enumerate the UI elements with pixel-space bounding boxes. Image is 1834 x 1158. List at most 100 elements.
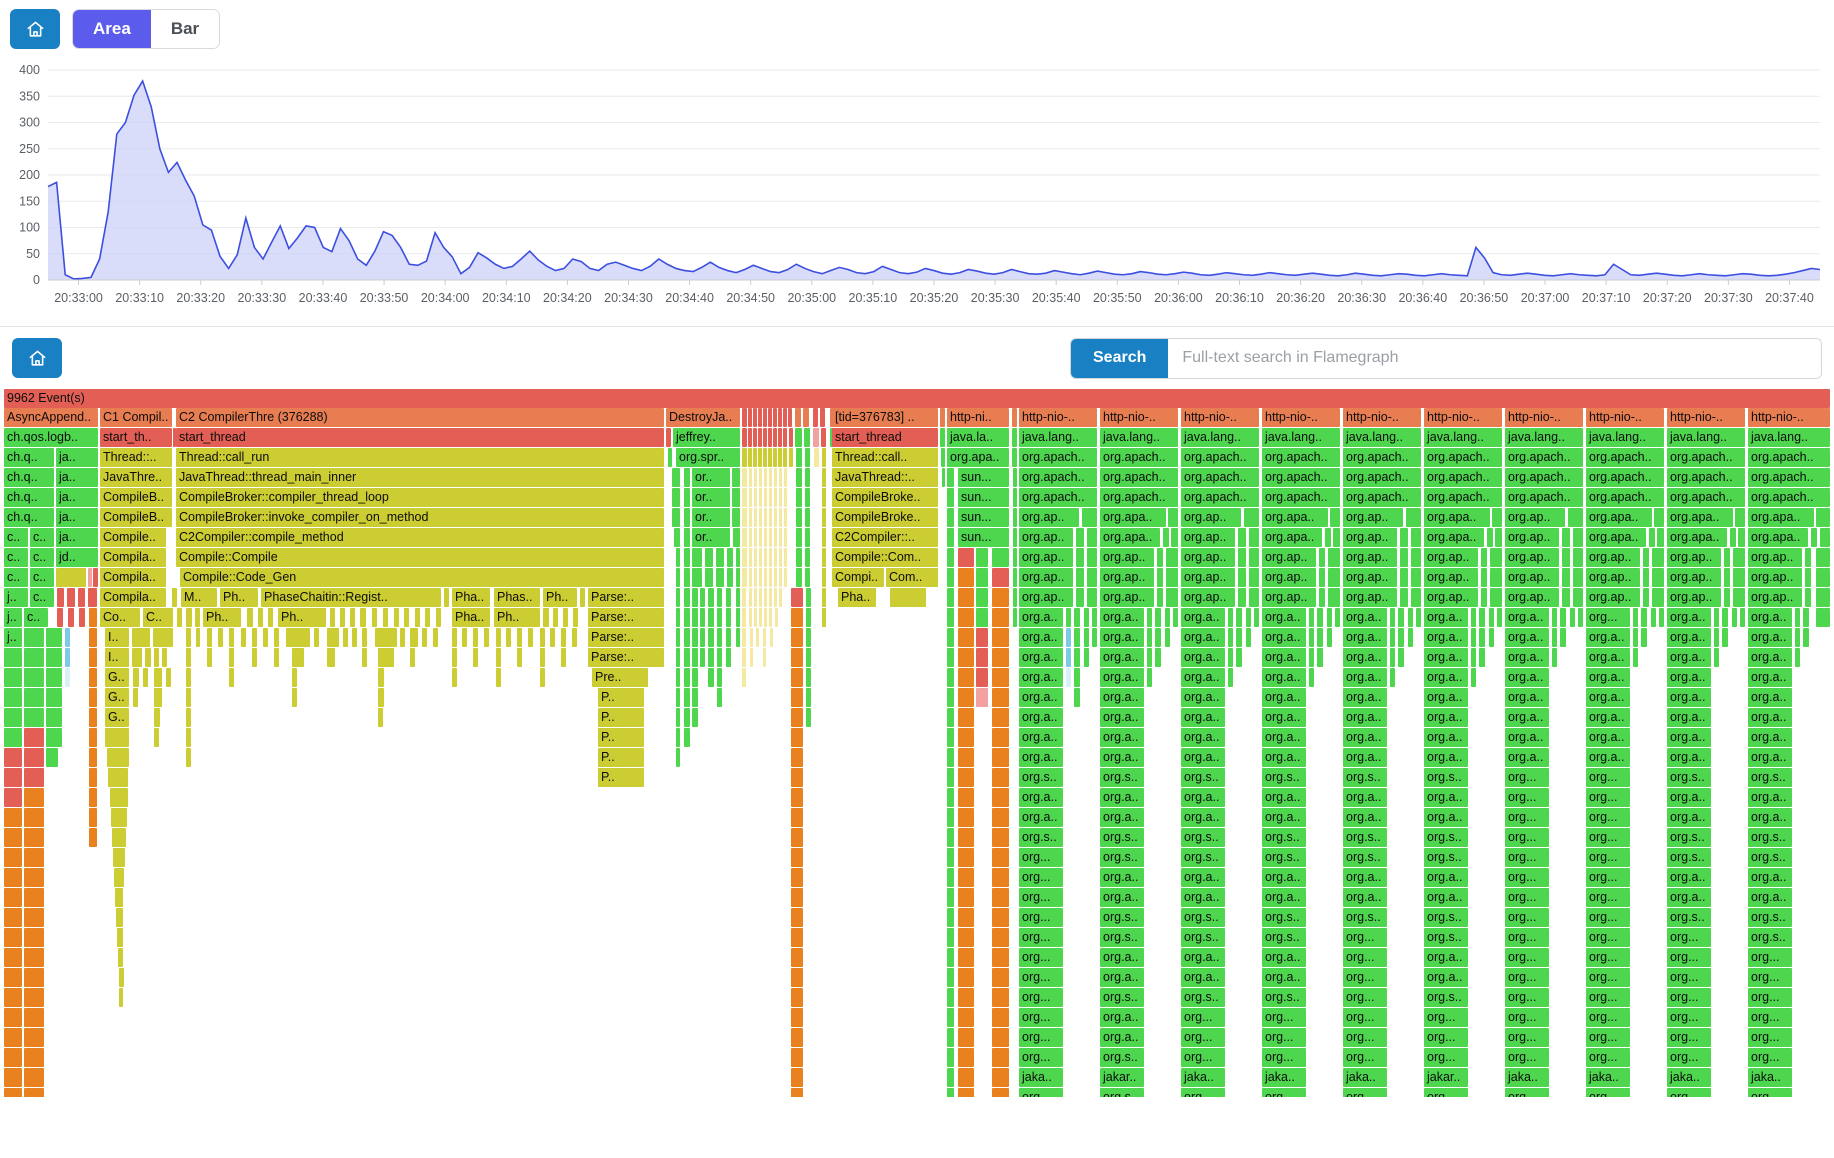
flame-frame-narrow[interactable] <box>676 708 680 727</box>
flame-frame[interactable]: ja.. <box>56 468 98 487</box>
flame-frame[interactable]: org.a.. <box>1181 668 1225 687</box>
flame-frame-narrow[interactable] <box>791 988 803 1007</box>
flame-frame-narrow[interactable] <box>1490 568 1502 587</box>
flame-frame-narrow[interactable] <box>992 848 1009 867</box>
flame-frame-narrow[interactable] <box>1246 608 1251 627</box>
flame-frame[interactable]: org... <box>1586 808 1630 827</box>
flame-frame[interactable]: CompileBroke.. <box>832 488 938 507</box>
flame-frame[interactable]: org.a.. <box>1424 948 1468 967</box>
flame-frame[interactable]: org... <box>1181 1008 1225 1027</box>
flame-frame[interactable]: ch.q.. <box>4 448 54 467</box>
flame-frame-narrow[interactable] <box>732 488 740 507</box>
flame-frame[interactable]: org.a.. <box>1181 708 1225 727</box>
flame-frame-narrow[interactable] <box>1795 608 1800 627</box>
flame-frame[interactable]: org.a.. <box>1100 648 1144 667</box>
flame-frame-narrow[interactable] <box>958 868 974 887</box>
flame-frame-narrow[interactable] <box>822 488 826 507</box>
flame-frame-narrow[interactable] <box>769 588 772 607</box>
flame-frame-narrow[interactable] <box>378 708 383 727</box>
flame-frame-narrow[interactable] <box>67 588 75 607</box>
flame-frame-narrow[interactable] <box>1398 628 1404 647</box>
flame-frame-narrow[interactable] <box>1013 508 1017 527</box>
flame-frame-narrow[interactable] <box>110 788 128 807</box>
flame-frame-narrow[interactable] <box>133 668 139 687</box>
flame-frame[interactable]: org.apach.. <box>1424 488 1502 507</box>
flame-frame-narrow[interactable] <box>992 628 1009 647</box>
flame-frame[interactable]: org.a.. <box>1181 648 1225 667</box>
flame-frame-narrow[interactable] <box>736 608 740 627</box>
flame-frame-narrow[interactable] <box>759 548 762 567</box>
flame-frame-narrow[interactable] <box>791 1008 803 1027</box>
flame-frame-narrow[interactable] <box>774 568 777 587</box>
flame-frame[interactable]: org.a.. <box>1586 688 1630 707</box>
flame-frame-narrow[interactable] <box>327 648 335 667</box>
flame-frame-narrow[interactable] <box>1163 528 1169 547</box>
flame-frame-narrow[interactable] <box>24 888 44 907</box>
flame-frame-narrow[interactable] <box>207 648 212 667</box>
flame-frame-narrow[interactable] <box>672 468 680 487</box>
flame-frame[interactable]: org.apach.. <box>1019 448 1097 467</box>
flame-frame-narrow[interactable] <box>749 528 752 547</box>
flame-frame-narrow[interactable] <box>484 628 489 647</box>
flame-frame[interactable]: org.a.. <box>1100 688 1144 707</box>
flame-frame-narrow[interactable] <box>196 628 200 647</box>
flame-frame-narrow[interactable] <box>1157 568 1163 587</box>
flame-frame-narrow[interactable] <box>154 688 162 707</box>
flame-frame[interactable]: java.lang.. <box>1343 428 1421 447</box>
flame-frame-narrow[interactable] <box>528 628 533 647</box>
flame-frame-narrow[interactable] <box>992 988 1009 1007</box>
flame-frame-narrow[interactable] <box>958 548 974 567</box>
flame-frame-narrow[interactable] <box>796 508 802 527</box>
flame-frame-narrow[interactable] <box>1325 528 1331 547</box>
flame-frame-narrow[interactable] <box>133 688 138 707</box>
flame-frame-narrow[interactable] <box>89 628 97 647</box>
flame-frame[interactable]: java.lang.. <box>1424 428 1502 447</box>
flame-frame[interactable]: C2 CompilerThre (376288) <box>176 408 664 427</box>
flame-frame[interactable]: org.s.. <box>1667 768 1711 787</box>
flame-frame[interactable]: org.a.. <box>1019 788 1063 807</box>
flame-frame[interactable]: G.. <box>105 688 129 707</box>
flame-frame-narrow[interactable] <box>4 1068 22 1087</box>
flame-frame[interactable]: org.apa.. <box>1262 508 1328 527</box>
flame-frame[interactable]: org.a.. <box>1424 668 1468 687</box>
flame-frame-narrow[interactable] <box>89 728 97 747</box>
flame-frame-narrow[interactable] <box>992 828 1009 847</box>
flame-frame[interactable]: org... <box>1019 1048 1063 1067</box>
flame-frame-narrow[interactable] <box>947 968 954 987</box>
flame-frame[interactable]: or.. <box>692 488 730 507</box>
flame-frame-narrow[interactable] <box>1805 568 1811 587</box>
flame-frame[interactable]: org... <box>1667 1008 1711 1027</box>
flame-frame[interactable]: org.a.. <box>1262 668 1306 687</box>
flame-frame[interactable]: org.ap.. <box>1505 508 1565 527</box>
flame-frame-narrow[interactable] <box>692 648 698 667</box>
flame-frame-narrow[interactable] <box>684 608 690 627</box>
flame-frame-narrow[interactable] <box>24 748 44 767</box>
flame-frame[interactable]: org... <box>1667 968 1711 987</box>
flame-frame-narrow[interactable] <box>330 608 335 627</box>
flame-frame-narrow[interactable] <box>947 808 954 827</box>
flame-frame-narrow[interactable] <box>24 828 44 847</box>
flame-frame[interactable]: org... <box>1019 888 1063 907</box>
flame-frame-narrow[interactable] <box>796 548 802 567</box>
flame-frame-narrow[interactable] <box>708 588 714 607</box>
flame-frame-narrow[interactable] <box>749 488 752 507</box>
flame-frame[interactable]: http-nio-.. <box>1586 408 1664 427</box>
flame-frame-narrow[interactable] <box>958 828 974 847</box>
flame-frame[interactable]: ch.qos.logb.. <box>4 428 98 447</box>
flame-frame-narrow[interactable] <box>804 428 810 447</box>
flame-frame-narrow[interactable] <box>1171 528 1178 547</box>
flame-frame-narrow[interactable] <box>806 668 811 687</box>
flame-frame-narrow[interactable] <box>958 728 974 747</box>
flame-frame[interactable]: http-ni.. <box>947 408 1009 427</box>
flame-frame-narrow[interactable] <box>400 628 405 647</box>
flame-frame-narrow[interactable] <box>822 588 826 607</box>
flame-frame[interactable]: org.ap.. <box>1181 588 1235 607</box>
flame-frame[interactable]: org.s.. <box>1262 848 1306 867</box>
flame-frame[interactable]: org.ap.. <box>1667 548 1721 567</box>
flame-frame-narrow[interactable] <box>1633 628 1638 647</box>
flame-frame-narrow[interactable] <box>1084 628 1089 647</box>
flame-frame-narrow[interactable] <box>111 808 127 827</box>
flame-frame[interactable]: c.. <box>30 568 54 587</box>
flame-frame-narrow[interactable] <box>769 608 772 627</box>
flame-frame-narrow[interactable] <box>24 1028 44 1047</box>
